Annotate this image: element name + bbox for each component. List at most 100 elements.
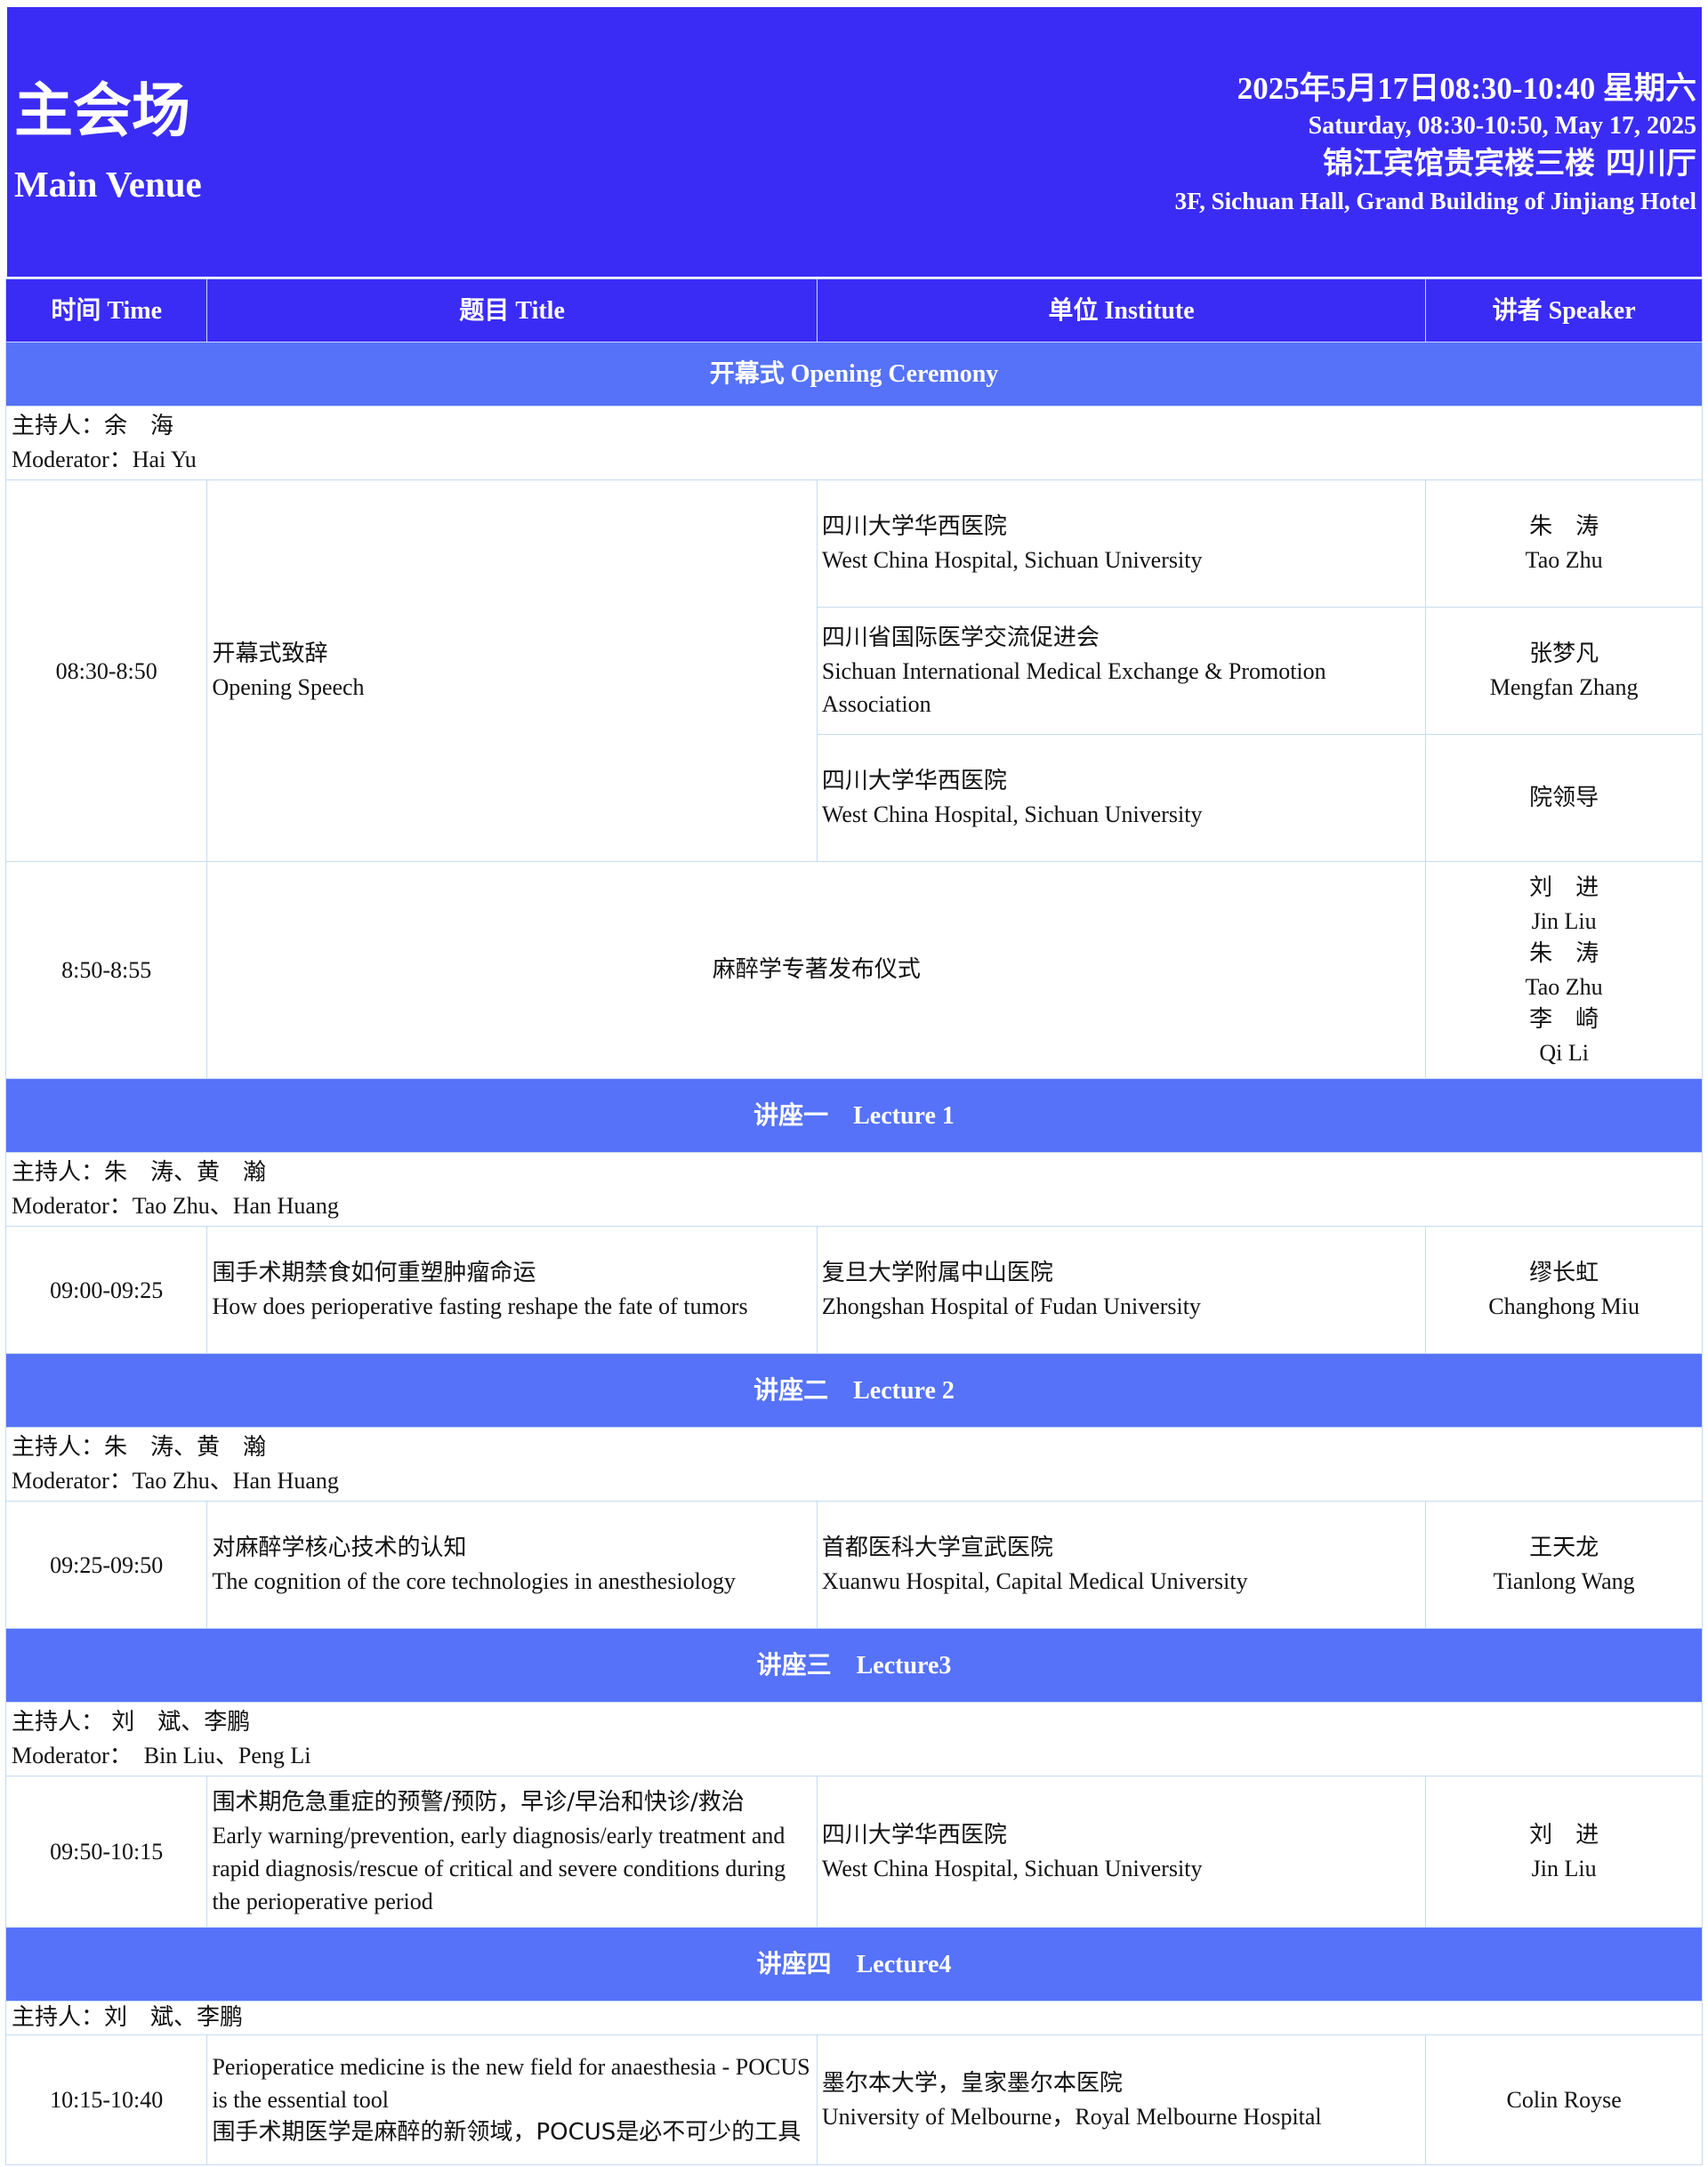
moderator-row: 主持人：朱 涛、黄 瀚 Moderator：Tao Zhu、Han Huang [5, 1427, 1703, 1502]
institute-cell: 首都医科大学宣武医院 Xuanwu Hospital, Capital Medi… [816, 1501, 1427, 1629]
institute-en: West China Hospital, Sichuan University [821, 802, 1203, 827]
title-cn: 对麻醉学核心技术的认知 [212, 1535, 467, 1561]
location-en: 3F, Sichuan Hall, Grand Building of Jinj… [1174, 188, 1696, 214]
title-en: Opening Speech [212, 674, 365, 700]
title-cn: 围术期危急重症的预警/预防，早诊/早治和快诊/救治 [212, 1788, 745, 1816]
time-cell: 10:15-10:40 [4, 2034, 208, 2165]
moderator-row: 主持人： 刘 斌、李鹏 Moderator： Bin Liu、Peng Li [5, 1702, 1703, 1776]
moderator-cn: 主持人：朱 涛、黄 瀚 [12, 1159, 267, 1186]
title-en: Early warning/prevention, early diagnosi… [212, 1822, 786, 1914]
speaker-cn: 朱 涛 [1529, 513, 1599, 540]
moderator: 主持人：余 海 Moderator：Hai Yu [5, 406, 1703, 480]
speaker-cn: 王天龙 [1529, 1535, 1599, 1561]
schedule-table: 时间 Time 题目 Title 单位 Institute 讲者 Speaker… [4, 278, 1703, 2165]
speaker-cell: 刘 进 Jin Liu 朱 涛 Tao Zhu 李 崎 Qi Li [1425, 861, 1703, 1079]
title-cn: 围手术期医学是麻醉的新领域，POCUS是必不可少的工具 [212, 2119, 802, 2146]
speaker-cell: 朱 涛 Tao Zhu [1425, 479, 1703, 608]
title-cell: Perioperatice medicine is the new field … [206, 2034, 818, 2165]
col-institute: 单位 Institute [816, 278, 1427, 342]
col-time: 时间 Time [4, 278, 208, 342]
institute-cell: 四川大学华西医院 West China Hospital, Sichuan Un… [816, 734, 1427, 862]
institute-en: Xuanwu Hospital, Capital Medical Univers… [821, 1568, 1248, 1594]
venue-header: 主会场 Main Venue 2025年5月17日08:30-10:40 星期六… [7, 7, 1702, 277]
speaker-cell: 刘 进 Jin Liu [1425, 1776, 1703, 1928]
table-row: 8:50-8:55 麻醉学专著发布仪式 刘 进 Jin Liu 朱 涛 Tao … [4, 861, 1703, 1079]
title-cn: 围手术期禁食如何重塑肿瘤命运 [212, 1260, 536, 1286]
speaker-cell: 王天龙 Tianlong Wang [1425, 1501, 1703, 1629]
speaker-en: Tao Zhu [1525, 547, 1603, 573]
table-row: 09:00-09:25 围手术期禁食如何重塑肿瘤命运 How does peri… [4, 1226, 1703, 1354]
moderator-en: Moderator：Tao Zhu、Han Huang [12, 1193, 339, 1219]
moderator-cn: 主持人： 刘 斌、李鹏 [12, 1709, 251, 1736]
col-speaker: 讲者 Speaker [1425, 278, 1703, 342]
venue-title-cn: 主会场 [14, 77, 190, 145]
venue-title-en: Main Venue [14, 164, 202, 205]
institute-cn: 四川大学华西医院 [821, 1821, 1007, 1849]
institute-cell: 四川大学华西医院 West China Hospital, Sichuan Un… [816, 1776, 1427, 1928]
table-row: 09:25-09:50 对麻醉学核心技术的认知 The cognition of… [4, 1501, 1703, 1629]
institute-en: West China Hospital, Sichuan University [821, 547, 1203, 573]
speaker-cell: 院领导 [1425, 734, 1703, 862]
moderator-cn: 主持人：刘 斌、李鹏 [5, 2001, 1703, 2035]
institute-cell: 四川大学华西医院 West China Hospital, Sichuan Un… [816, 479, 1427, 608]
institute-en: University of Melbourne，Royal Melbourne … [821, 2103, 1322, 2130]
moderator: 主持人： 刘 斌、李鹏 Moderator： Bin Liu、Peng Li [5, 1702, 1703, 1776]
date-en: Saturday, 08:30-10:50, May 17, 2025 [1308, 112, 1696, 140]
time-cell: 09:50-10:15 [4, 1776, 208, 1928]
moderator-en: Moderator： Bin Liu、Peng Li [12, 1743, 311, 1768]
title-cell: 麻醉学专著发布仪式 [206, 861, 1427, 1079]
moderator-en: Moderator：Tao Zhu、Han Huang [12, 1468, 339, 1494]
location-cn: 锦江宾馆贵宾楼三楼 四川厅 [1323, 146, 1696, 181]
table-row: 09:50-10:15 围术期危急重症的预警/预防，早诊/早治和快诊/救治 Ea… [4, 1776, 1703, 1928]
title-cn: 开幕式致辞 [212, 640, 328, 667]
speaker-name: 李 崎 [1529, 1005, 1599, 1033]
title-en: Perioperatice medicine is the new field … [212, 2054, 810, 2113]
section-title: 开幕式 Opening Ceremony [5, 342, 1703, 407]
col-title: 题目 Title [206, 278, 818, 342]
title-en: How does perioperative fasting reshape t… [212, 1293, 748, 1319]
section-title: 讲座三 Lecture3 [5, 1628, 1703, 1703]
column-header-row: 时间 Time 题目 Title 单位 Institute 讲者 Speaker [4, 278, 1703, 342]
title-cell: 围手术期禁食如何重塑肿瘤命运 How does perioperative fa… [206, 1226, 818, 1354]
speaker-name: Qi Li [1539, 1039, 1589, 1066]
speaker-en: Mengfan Zhang [1489, 674, 1639, 700]
speaker-cn: 张梦凡 [1529, 640, 1599, 667]
institute-en: Sichuan International Medical Exchange &… [821, 657, 1326, 717]
institute-en: West China Hospital, Sichuan University [821, 1855, 1203, 1881]
section-title: 讲座二 Lecture 2 [5, 1353, 1703, 1428]
title-cell: 围术期危急重症的预警/预防，早诊/早治和快诊/救治 Early warning/… [206, 1776, 818, 1928]
title-en: The cognition of the core technologies i… [212, 1568, 736, 1594]
moderator-en: Moderator：Hai Yu [12, 447, 197, 472]
section-lecture-1: 讲座一 Lecture 1 [5, 1078, 1703, 1153]
time-cell: 8:50-8:55 [4, 861, 208, 1079]
institute-cn: 四川大学华西医院 [821, 768, 1007, 794]
speaker-name: Tao Zhu [1525, 973, 1603, 1000]
speaker-en: Tianlong Wang [1493, 1568, 1635, 1594]
section-opening: 开幕式 Opening Ceremony [5, 342, 1703, 407]
moderator-cn: 主持人：朱 涛、黄 瀚 [12, 1434, 267, 1461]
title-cell: 开幕式致辞 Opening Speech [206, 479, 818, 862]
institute-cn: 复旦大学附属中山医院 [821, 1260, 1053, 1286]
section-lecture-4: 讲座四 Lecture4 [5, 1927, 1703, 2002]
moderator: 主持人：朱 涛、黄 瀚 Moderator：Tao Zhu、Han Huang [5, 1427, 1703, 1502]
table-row: 08:30-8:50 开幕式致辞 Opening Speech 四川大学华西医院… [4, 479, 1703, 862]
institute-cell: 复旦大学附属中山医院 Zhongshan Hospital of Fudan U… [816, 1226, 1427, 1354]
section-title: 讲座一 Lecture 1 [5, 1078, 1703, 1153]
speaker-cn: 缪长虹 [1529, 1260, 1599, 1286]
title-cell: 对麻醉学核心技术的认知 The cognition of the core te… [206, 1501, 818, 1629]
speaker-name: Jin Liu [1531, 907, 1597, 934]
speaker-en: Changhong Miu [1488, 1293, 1640, 1319]
speaker-name: 朱 涛 [1529, 939, 1599, 967]
speaker-cell: 张梦凡 Mengfan Zhang [1425, 607, 1703, 735]
moderator: 主持人：朱 涛、黄 瀚 Moderator：Tao Zhu、Han Huang [5, 1152, 1703, 1227]
section-lecture-2: 讲座二 Lecture 2 [5, 1353, 1703, 1428]
institute-cn: 首都医科大学宣武医院 [821, 1535, 1053, 1561]
venue-info: 2025年5月17日08:30-10:40 星期六 Saturday, 08:3… [1175, 69, 1696, 219]
institute-cn: 墨尔本大学，皇家墨尔本医院 [821, 2069, 1123, 2097]
date-cn: 2025年5月17日08:30-10:40 星期六 [1237, 71, 1696, 106]
table-row: 10:15-10:40 Perioperatice medicine is th… [4, 2034, 1703, 2165]
institute-cell: 墨尔本大学，皇家墨尔本医院 University of Melbourne，Ro… [816, 2034, 1427, 2165]
speaker-cell: Colin Royse [1425, 2034, 1703, 2165]
section-lecture-3: 讲座三 Lecture3 [5, 1628, 1703, 1703]
institute-cn: 四川大学华西医院 [821, 513, 1007, 540]
